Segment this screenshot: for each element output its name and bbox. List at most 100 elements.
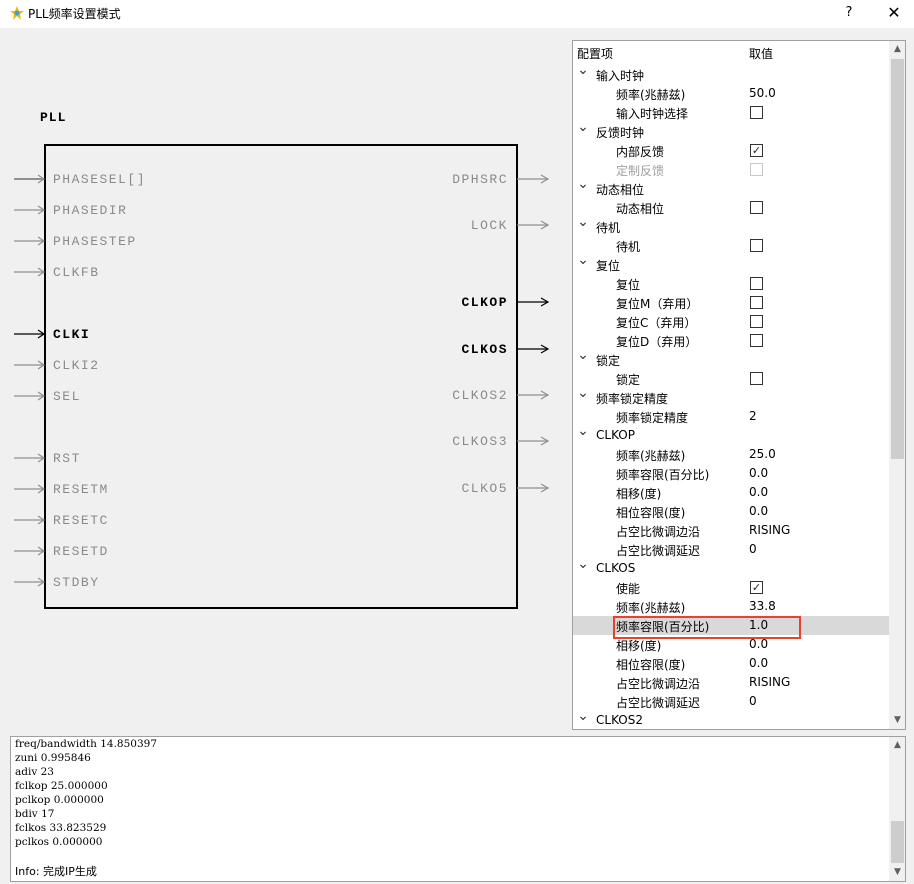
property-row[interactable]: 内部反馈 ✓ bbox=[573, 141, 889, 160]
property-name: 相移(度) bbox=[616, 639, 662, 653]
property-row[interactable]: 频率(兆赫兹) 50.0 bbox=[573, 84, 889, 103]
property-value[interactable]: RISING bbox=[749, 523, 790, 537]
chevron-down-icon[interactable]: ⌄ bbox=[577, 385, 589, 401]
checkbox[interactable] bbox=[750, 239, 763, 252]
property-name: 动态相位 bbox=[616, 202, 665, 216]
input-pin-label: RESETM bbox=[53, 482, 109, 497]
property-group[interactable]: ⌄ 反馈时钟 bbox=[573, 119, 889, 141]
chevron-down-icon[interactable]: ⌄ bbox=[577, 119, 589, 135]
property-group[interactable]: ⌄ 动态相位 bbox=[573, 176, 889, 198]
property-value[interactable]: 2 bbox=[749, 409, 757, 423]
property-row[interactable]: 占空比微调边沿 RISING bbox=[573, 521, 889, 540]
property-group[interactable]: ⌄ CLKOS bbox=[573, 556, 889, 578]
checkbox[interactable] bbox=[750, 315, 763, 328]
log-scroll-down-icon[interactable]: ▼ bbox=[889, 864, 905, 881]
property-row[interactable]: 相位容限(度) 0.0 bbox=[573, 654, 889, 673]
chevron-down-icon[interactable]: ⌄ bbox=[577, 347, 589, 363]
property-value[interactable]: 0.0 bbox=[749, 504, 768, 518]
property-row[interactable]: 复位D（弃用） bbox=[573, 331, 889, 350]
property-row[interactable]: 相位容限(度) 0.0 bbox=[573, 502, 889, 521]
property-row[interactable]: 锁定 bbox=[573, 369, 889, 388]
property-value[interactable]: 0 bbox=[749, 542, 757, 556]
property-value[interactable]: RISING bbox=[749, 675, 790, 689]
chevron-down-icon[interactable]: ⌄ bbox=[577, 214, 589, 230]
checkbox[interactable] bbox=[750, 334, 763, 347]
property-value[interactable]: 0.0 bbox=[749, 466, 768, 480]
property-name: 相移(度) bbox=[616, 487, 662, 501]
property-name: 占空比微调边沿 bbox=[616, 525, 701, 539]
property-row[interactable]: 待机 bbox=[573, 236, 889, 255]
property-row[interactable]: 占空比微调延迟 0 bbox=[573, 692, 889, 711]
property-name: 频率(兆赫兹) bbox=[616, 601, 686, 615]
input-pin-label: PHASESTEP bbox=[53, 234, 137, 249]
property-group[interactable]: ⌄ 复位 bbox=[573, 252, 889, 274]
property-name: 频率(兆赫兹) bbox=[616, 449, 686, 463]
property-name: 复位C（弃用） bbox=[616, 316, 697, 330]
close-button[interactable]: ✕ bbox=[882, 2, 906, 24]
log-scroll-up-icon[interactable]: ▲ bbox=[889, 737, 905, 754]
chevron-down-icon[interactable]: ⌄ bbox=[577, 556, 589, 572]
log-scrollbar[interactable]: ▲ ▼ bbox=[889, 737, 905, 881]
property-row[interactable]: 复位 bbox=[573, 274, 889, 293]
checkbox[interactable] bbox=[750, 277, 763, 290]
property-row[interactable]: 相移(度) 0.0 bbox=[573, 483, 889, 502]
property-value[interactable]: 50.0 bbox=[749, 86, 776, 100]
property-name: 复位 bbox=[596, 259, 621, 273]
property-value[interactable]: 33.8 bbox=[749, 599, 776, 613]
property-row[interactable]: 频率(兆赫兹) 33.8 bbox=[573, 597, 889, 616]
chevron-down-icon[interactable]: ⌄ bbox=[577, 252, 589, 268]
chevron-down-icon[interactable]: ⌄ bbox=[577, 176, 589, 192]
app-icon bbox=[10, 6, 24, 20]
property-row[interactable]: 频率(兆赫兹) 25.0 bbox=[573, 445, 889, 464]
input-pin-label: CLKI bbox=[53, 327, 90, 342]
property-name: 复位D（弃用） bbox=[616, 335, 698, 349]
scroll-down-icon[interactable]: ▼ bbox=[889, 712, 905, 729]
property-row[interactable]: 动态相位 bbox=[573, 198, 889, 217]
property-value[interactable]: 0 bbox=[749, 694, 757, 708]
chevron-down-icon[interactable]: ⌄ bbox=[577, 423, 589, 439]
property-row[interactable]: 输入时钟选择 bbox=[573, 103, 889, 122]
chevron-down-icon[interactable]: ⌄ bbox=[577, 708, 589, 724]
checkbox[interactable] bbox=[750, 296, 763, 309]
log-line: bdiv 17 bbox=[15, 808, 55, 820]
property-group[interactable]: ⌄ CLKOP bbox=[573, 423, 889, 445]
property-value[interactable]: 25.0 bbox=[749, 447, 776, 461]
property-row[interactable]: 占空比微调边沿 RISING bbox=[573, 673, 889, 692]
property-group[interactable]: ⌄ 待机 bbox=[573, 214, 889, 236]
checkbox-checked[interactable]: ✓ bbox=[750, 581, 763, 594]
log-line: adiv 23 bbox=[15, 766, 54, 778]
column-header-name: 配置项 bbox=[577, 47, 614, 61]
checkbox[interactable] bbox=[750, 201, 763, 214]
property-row[interactable]: 频率容限(百分比) 0.0 bbox=[573, 464, 889, 483]
property-row[interactable]: 相移(度) 0.0 bbox=[573, 635, 889, 654]
property-group[interactable]: ⌄ 频率锁定精度 bbox=[573, 385, 889, 407]
checkbox[interactable] bbox=[750, 372, 763, 385]
checkbox[interactable] bbox=[750, 106, 763, 119]
property-value[interactable]: 0.0 bbox=[749, 637, 768, 651]
chevron-down-icon[interactable]: ⌄ bbox=[577, 62, 589, 78]
property-row[interactable]: 频率锁定精度 2 bbox=[573, 407, 889, 426]
input-pin-label: RST bbox=[53, 451, 81, 466]
property-row[interactable]: 使能 ✓ bbox=[573, 578, 889, 597]
property-group[interactable]: ⌄ 输入时钟 bbox=[573, 62, 889, 84]
property-row[interactable]: 占空比微调延迟 0 bbox=[573, 540, 889, 559]
checkbox-checked[interactable]: ✓ bbox=[750, 144, 763, 157]
property-scrollbar[interactable]: ▲ ▼ bbox=[889, 41, 905, 729]
property-value[interactable]: 1.0 bbox=[749, 618, 768, 632]
property-row[interactable]: 复位C（弃用） bbox=[573, 312, 889, 331]
property-row[interactable]: 定制反馈 bbox=[573, 160, 889, 179]
help-button[interactable]: ? bbox=[838, 2, 860, 24]
property-tree[interactable]: 配置项 取值 ⌄ 输入时钟 频率(兆赫兹) 50.0 输入时钟选择 ⌄ 反馈时钟 内部反馈 ✓ 定… bbox=[572, 40, 906, 730]
input-pin-label: PHASESEL[] bbox=[53, 172, 146, 187]
log-output[interactable]: freq/bandwidth 14.850397 zuni 0.995846 adi… bbox=[10, 736, 906, 882]
scroll-up-icon[interactable]: ▲ bbox=[889, 41, 905, 58]
property-row[interactable]: 频率容限(百分比) 1.0 bbox=[573, 616, 889, 635]
log-scrollbar-thumb[interactable] bbox=[891, 821, 904, 863]
property-row[interactable]: 复位M（弃用） bbox=[573, 293, 889, 312]
scrollbar-thumb[interactable] bbox=[891, 59, 904, 459]
property-value[interactable]: 0.0 bbox=[749, 656, 768, 670]
property-group[interactable]: ⌄ 锁定 bbox=[573, 347, 889, 369]
property-value[interactable]: 0.0 bbox=[749, 485, 768, 499]
property-group[interactable]: ⌄ CLKOS2 bbox=[573, 708, 889, 729]
property-name: 频率容限(百分比) bbox=[616, 468, 710, 482]
